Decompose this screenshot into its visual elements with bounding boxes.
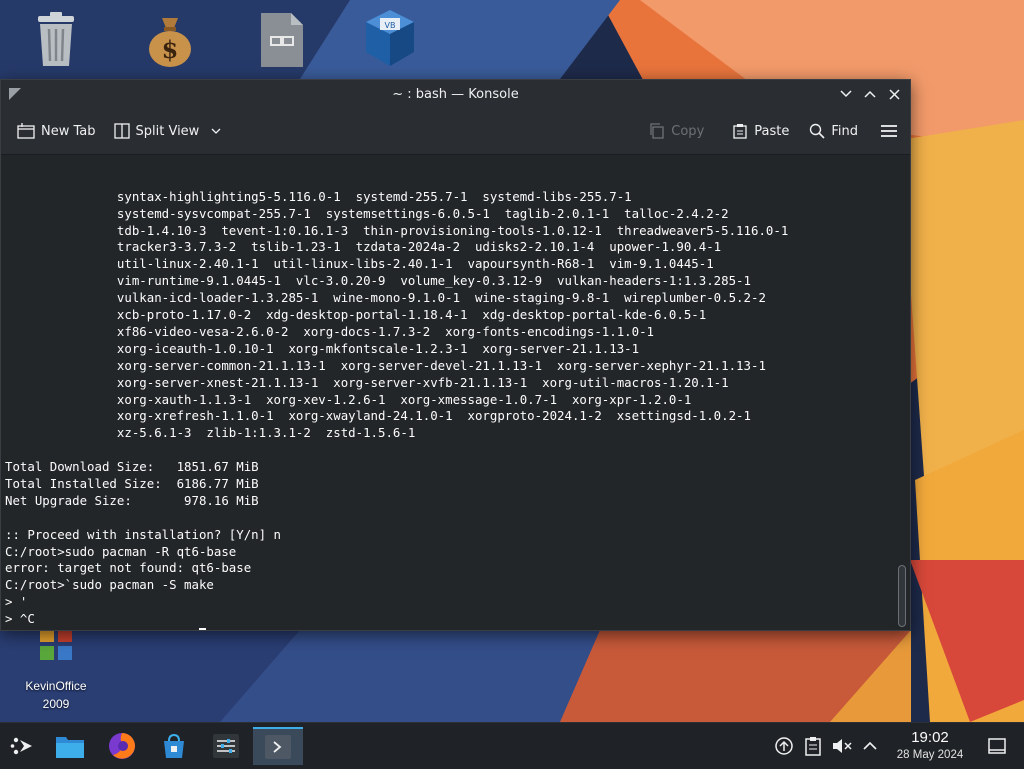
- system-settings-icon[interactable]: [206, 727, 246, 765]
- terminal-line: error: target not found: qt6-base: [5, 560, 252, 576]
- prompt-text: C:/root>sudo pacman -S mak: [5, 628, 199, 630]
- copy-label: Copy: [671, 123, 705, 139]
- terminal-prompt-line: C:/root>sudo pacman -S make: [5, 627, 788, 630]
- terminal-line: xorg-xauth-1.1.3-1 xorg-xev-1.2.6-1 xorg…: [5, 391, 692, 407]
- konsole-task-item[interactable]: [253, 727, 303, 765]
- copy-icon: [650, 123, 664, 139]
- hamburger-menu-icon: [881, 125, 897, 137]
- discover-store-icon[interactable]: [154, 727, 194, 765]
- updates-icon[interactable]: [773, 735, 795, 757]
- clock-date: 28 May 2024: [896, 749, 964, 761]
- terminal-line: xf86-video-vesa-2.6.0-2 xorg-docs-1.7.3-…: [5, 323, 655, 339]
- split-view-button[interactable]: Split View: [108, 116, 228, 146]
- terminal-line: tracker3-3.7.3-2 tslib-1.23-1 tzdata-202…: [5, 239, 722, 255]
- paste-button[interactable]: Paste: [726, 116, 795, 146]
- text-cursor: e: [198, 627, 207, 630]
- maximize-button[interactable]: [860, 84, 880, 104]
- kevinoffice-label-line1: KevinOffice: [25, 679, 87, 693]
- file-manager-icon[interactable]: [50, 727, 90, 765]
- virtualbox-icon[interactable]: VB: [358, 6, 422, 70]
- file-archive-icon[interactable]: [250, 8, 314, 72]
- money-bag-icon[interactable]: $: [138, 8, 202, 72]
- terminal-line: tdb-1.4.10-3 tevent-1:0.16.1-3 thin-prov…: [5, 222, 789, 238]
- konsole-icon: [265, 735, 291, 759]
- chevron-up-icon[interactable]: [859, 735, 881, 757]
- copy-button[interactable]: Copy: [643, 116, 710, 146]
- clipboard-icon[interactable]: [802, 735, 824, 757]
- terminal-view[interactable]: syntax-highlighting5-5.116.0-1 systemd-2…: [1, 155, 894, 630]
- split-view-icon: [113, 123, 130, 139]
- find-label: Find: [831, 123, 858, 139]
- chevron-down-icon: [840, 90, 852, 98]
- close-button[interactable]: [884, 84, 904, 104]
- close-icon: [888, 88, 900, 100]
- terminal-line: Total Download Size: 1851.67 MiB: [5, 459, 259, 475]
- chevron-down-icon: [211, 128, 221, 134]
- svg-text:$: $: [162, 35, 179, 64]
- terminal-line: :: Proceed with installation? [Y/n] n: [5, 526, 282, 542]
- svg-text:VB: VB: [385, 21, 396, 30]
- konsole-window: ~ : bash — Konsole New Tab Split View Co…: [0, 79, 911, 631]
- terminal-line: > ': [5, 594, 28, 610]
- terminal-line: xz-5.6.1-3 zlib-1:1.3.1-2 zstd-1.5.6-1: [5, 425, 416, 441]
- terminal-line: C:/root>sudo pacman -R qt6-base: [5, 543, 237, 559]
- new-tab-button[interactable]: New Tab: [11, 116, 102, 146]
- terminal-line: Total Installed Size: 6186.77 MiB: [5, 475, 259, 491]
- split-view-label: Split View: [135, 123, 200, 139]
- terminal-line: xorg-server-common-21.1.13-1 xorg-server…: [5, 357, 766, 373]
- terminal-line: syntax-highlighting5-5.116.0-1 systemd-2…: [5, 188, 632, 204]
- terminal-line: > ^C: [5, 611, 35, 627]
- terminal-output: syntax-highlighting5-5.116.0-1 systemd-2…: [5, 155, 788, 630]
- kevinoffice-label: KevinOffice 2009: [8, 677, 104, 713]
- terminal-line: xorg-server-xnest-21.1.13-1 xorg-server-…: [5, 374, 729, 390]
- terminal-line: xorg-iceauth-1.0.10-1 xorg-mkfontscale-1…: [5, 340, 640, 356]
- paste-label: Paste: [754, 123, 790, 139]
- digital-clock[interactable]: 19:02 28 May 2024: [880, 729, 980, 763]
- application-launcher-icon[interactable]: [2, 727, 42, 765]
- trash-icon[interactable]: [24, 8, 88, 72]
- terminal-line: Net Upgrade Size: 978.16 MiB: [5, 492, 259, 508]
- minimize-button[interactable]: [836, 84, 856, 104]
- chevron-up-icon: [864, 90, 876, 98]
- konsole-toolbar: New Tab Split View Copy Paste Find: [1, 108, 910, 155]
- find-button[interactable]: Find: [803, 116, 864, 146]
- terminal-line: C:/root>`sudo pacman -S make: [5, 577, 214, 593]
- terminal-line: systemd-sysvcompat-255.7-1 systemsetting…: [5, 205, 729, 221]
- clock-time: 19:02: [911, 729, 949, 746]
- new-tab-icon: [17, 123, 35, 139]
- terminal-line: xcb-proto-1.17.0-2 xdg-desktop-portal-1.…: [5, 307, 707, 323]
- show-desktop-icon[interactable]: [986, 735, 1008, 757]
- taskbar: 19:02 28 May 2024: [0, 722, 1024, 769]
- window-title: ~ : bash — Konsole: [392, 86, 519, 102]
- terminal-line: vim-runtime-9.1.0445-1 vlc-3.0.20-9 volu…: [5, 273, 751, 289]
- terminal-scrollbar[interactable]: [894, 155, 910, 630]
- window-menu-icon[interactable]: [7, 86, 23, 102]
- firefox-icon[interactable]: [102, 727, 142, 765]
- terminal-line: util-linux-2.40.1-1 util-linux-libs-2.40…: [5, 256, 714, 272]
- kevinoffice-label-line2: 2009: [42, 697, 70, 711]
- window-titlebar[interactable]: ~ : bash — Konsole: [1, 80, 910, 108]
- paste-icon: [733, 124, 747, 139]
- new-tab-label: New Tab: [41, 123, 96, 139]
- terminal-line: xorg-xrefresh-1.1.0-1 xorg-xwayland-24.1…: [5, 408, 751, 424]
- hamburger-menu-button[interactable]: [874, 116, 904, 146]
- search-icon: [810, 123, 825, 139]
- volume-muted-icon[interactable]: [831, 735, 853, 757]
- terminal-line: vulkan-icd-loader-1.3.285-1 wine-mono-9.…: [5, 290, 766, 306]
- scrollbar-thumb[interactable]: [898, 565, 906, 627]
